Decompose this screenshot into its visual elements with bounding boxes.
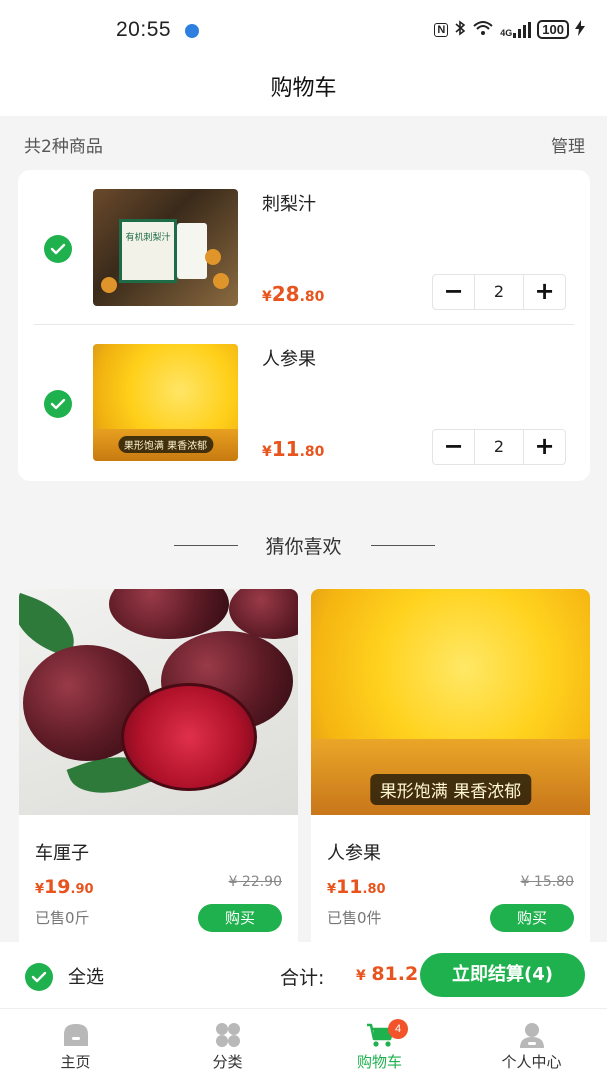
cart-item: 果形饱满 果香浓郁 人参果 ¥11.80 − 2 + — [18, 325, 590, 480]
increase-button[interactable]: + — [523, 430, 565, 464]
quantity-value[interactable]: 2 — [475, 430, 523, 464]
home-icon — [63, 1024, 88, 1046]
total-label: 合计: — [280, 967, 325, 989]
recommend-card[interactable]: 车厘子 ¥19.90 ¥ 22.90 已售0斤 购买 — [19, 589, 298, 942]
product-price: ¥11.80 — [262, 437, 324, 461]
manage-button[interactable]: 管理 — [551, 132, 585, 157]
decrease-button[interactable]: − — [433, 275, 475, 309]
currency-symbol: ¥ — [262, 289, 272, 305]
select-all-label[interactable]: 全选 — [68, 963, 104, 989]
sold-count: 已售0件 — [327, 909, 382, 927]
currency-symbol: ¥ — [262, 444, 272, 460]
quantity-stepper: − 2 + — [432, 429, 566, 465]
recommend-header: 猜你喜欢 — [0, 520, 607, 572]
cart-item: 有机刺梨汁 刺梨汁 ¥28.80 − 2 + — [18, 170, 590, 325]
cart-summary-bar: 共2种商品 管理 — [0, 116, 607, 168]
price-integer: 28 — [271, 282, 300, 306]
tab-category[interactable]: 分类 — [152, 1009, 303, 1080]
fruit-decoration — [101, 277, 117, 293]
checkout-bar: 全选 合计: ¥ 81.2 立即结算(4) — [0, 942, 607, 1008]
recommend-card[interactable]: 果形饱满 果香浓郁 人参果 ¥11.80 ¥ 15.80 已售0件 购买 — [311, 589, 590, 942]
increase-button[interactable]: + — [523, 275, 565, 309]
tab-home[interactable]: 主页 — [0, 1009, 151, 1080]
network-type: 4G — [500, 27, 513, 38]
total-price: ¥ 81.2 — [356, 963, 418, 985]
header: 购物车 — [0, 62, 607, 116]
page-title: 购物车 — [270, 76, 337, 101]
juice-box: 有机刺梨汁 — [119, 219, 177, 283]
tab-cart[interactable]: 4 购物车 — [304, 1009, 455, 1080]
product-price: ¥19.90 — [35, 876, 94, 898]
check-icon — [31, 971, 47, 983]
item-checkbox[interactable] — [44, 390, 72, 418]
product-image[interactable] — [19, 589, 298, 815]
wifi-icon — [472, 20, 494, 39]
product-name[interactable]: 人参果 — [262, 345, 316, 371]
product-price: ¥28.80 — [262, 282, 324, 306]
product-image[interactable]: 有机刺梨汁 — [93, 189, 238, 306]
original-price: ¥ 15.80 — [520, 874, 574, 890]
tab-label: 分类 — [212, 1053, 243, 1071]
currency-symbol: ¥ — [356, 968, 366, 984]
decrease-button[interactable]: − — [433, 430, 475, 464]
status-icons: N 4G 100 — [434, 20, 585, 39]
juice-pouch — [177, 223, 207, 279]
price-integer: 19 — [44, 876, 71, 898]
battery-icon: 100 — [537, 20, 569, 39]
price-integer: 11 — [271, 437, 300, 461]
notification-dot-icon — [185, 24, 199, 38]
fruit-decoration — [205, 249, 221, 265]
bluetooth-icon — [454, 20, 466, 39]
tab-label: 主页 — [60, 1053, 91, 1071]
currency-symbol: ¥ — [327, 882, 337, 897]
original-price: ¥ 22.90 — [228, 874, 282, 890]
currency-symbol: ¥ — [35, 882, 45, 897]
signal-icon: 4G — [500, 21, 532, 38]
quantity-stepper: − 2 + — [432, 274, 566, 310]
category-icon — [215, 1023, 240, 1047]
recommend-title: 猜你喜欢 — [265, 536, 342, 558]
plum-cut — [121, 683, 257, 791]
tab-label: 个人中心 — [501, 1053, 562, 1071]
product-name[interactable]: 车厘子 — [35, 839, 89, 865]
buy-button[interactable]: 购买 — [198, 904, 282, 932]
sold-count: 已售0斤 — [35, 909, 90, 927]
product-image[interactable]: 果形饱满 果香浓郁 — [93, 344, 238, 461]
price-decimal: .90 — [70, 882, 94, 897]
product-name[interactable]: 人参果 — [327, 839, 381, 865]
product-price: ¥11.80 — [327, 876, 386, 898]
item-checkbox[interactable] — [44, 235, 72, 263]
quantity-value[interactable]: 2 — [475, 275, 523, 309]
fruit-decoration — [213, 273, 229, 289]
tab-profile[interactable]: 个人中心 — [456, 1009, 607, 1080]
tab-label: 购物车 — [356, 1053, 402, 1071]
check-icon — [50, 243, 66, 255]
price-integer: 11 — [336, 876, 363, 898]
price-decimal: .80 — [299, 444, 325, 460]
juice-box-label: 有机刺梨汁 — [125, 233, 171, 243]
nfc-icon: N — [434, 22, 449, 37]
status-bar: 20:55 N 4G 100 — [0, 0, 607, 62]
checkout-button[interactable]: 立即结算(4) — [420, 953, 585, 997]
image-caption: 果形饱满 果香浓郁 — [117, 436, 214, 453]
status-time: 20:55 — [116, 18, 172, 41]
bottom-tab-bar: 主页 分类 4 购物车 个人中心 — [0, 1008, 607, 1080]
cart-list: 有机刺梨汁 刺梨汁 ¥28.80 − 2 + 果形饱满 果香浓郁 人参果 ¥11… — [18, 170, 590, 481]
charging-icon — [575, 20, 585, 39]
total-amount: 81.2 — [371, 963, 419, 985]
select-all-checkbox[interactable] — [25, 963, 53, 991]
item-count-label: 共2种商品 — [24, 137, 103, 157]
product-image[interactable]: 果形饱满 果香浓郁 — [311, 589, 590, 815]
buy-button[interactable]: 购买 — [490, 904, 574, 932]
divider-line — [371, 545, 435, 546]
check-icon — [50, 398, 66, 410]
product-name[interactable]: 刺梨汁 — [262, 190, 316, 216]
price-decimal: .80 — [362, 882, 386, 897]
image-caption: 果形饱满 果香浓郁 — [369, 774, 532, 805]
cart-badge: 4 — [388, 1019, 408, 1039]
price-decimal: .80 — [299, 289, 325, 305]
user-icon — [519, 1023, 544, 1048]
